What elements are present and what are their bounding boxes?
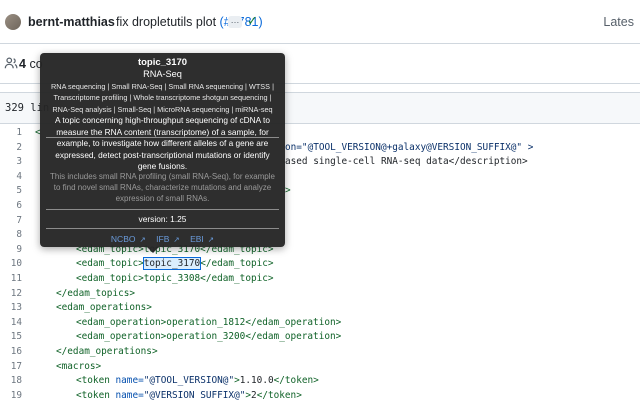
edam-tooltip: topic_3170 RNA-Seq RNA sequencing | Smal… — [40, 53, 285, 253]
code-text: </edam_topics> — [56, 287, 136, 299]
external-link-icon: ↗ — [139, 235, 146, 244]
ebi-link[interactable]: EBI ↗ — [188, 234, 216, 244]
latest-commit-label: Lates — [603, 15, 634, 29]
code-tag-close: </edam_topic> — [200, 258, 274, 270]
code-text: <edam_operation>operation_1812</edam_ope… — [76, 316, 342, 328]
code-text: </edam_operations> — [56, 346, 158, 357]
token-name: @VERSION_SUFFIX@ — [149, 389, 240, 400]
token-name: @TOOL_VERSION@ — [149, 375, 229, 387]
line-number[interactable]: 4 — [0, 170, 22, 185]
line-number[interactable]: 8 — [0, 228, 22, 243]
line-number[interactable]: 18 — [0, 374, 22, 389]
code-line: 17 <macros> — [0, 360, 640, 375]
ncbo-link[interactable]: NCBO ↗ — [109, 234, 148, 244]
tooltip-comment: This includes small RNA profiling (small… — [50, 172, 275, 204]
line-number[interactable]: 5 — [0, 184, 22, 199]
line-number[interactable]: 14 — [0, 316, 22, 331]
code-line: 19 <token name="@VERSION_SUFFIX@">2</toke… — [0, 389, 640, 400]
tooltip-divider — [46, 209, 279, 210]
code-line: 15 <edam_operation>operation_3200</edam_o… — [0, 330, 640, 345]
code-tag-open: <edam_topic> — [76, 258, 144, 270]
code-text: <edam_operations> — [56, 302, 152, 314]
line-number[interactable]: 1 — [0, 126, 22, 141]
line-number[interactable]: 7 — [0, 214, 22, 229]
code-text: <edam_topic>topic_3308</edam_topic> — [76, 273, 274, 284]
external-link-icon: ↗ — [173, 235, 180, 244]
tooltip-links: NCBO ↗ IFB ↗ EBI ↗ — [40, 234, 285, 244]
line-number[interactable]: 15 — [0, 330, 22, 345]
code-line: 13 <edam_operations> — [0, 301, 640, 316]
code-line: 18 <token name="@TOOL_VERSION@">1.10.0</t… — [0, 374, 640, 389]
code-text: <edam_topic>topic_3170</edam_topic> — [76, 257, 274, 272]
code-line: 10 <edam_topic>topic_3170</edam_topic> — [0, 257, 640, 272]
code-text: <edam_operation>operation_3200</edam_ope… — [76, 331, 342, 343]
external-link-icon: ↗ — [207, 235, 215, 244]
code-line: 11 <edam_topic>topic_3308</edam_topic> — [0, 272, 640, 287]
code-text: > — [285, 185, 291, 197]
code-line: 12 </edam_topics> — [0, 287, 640, 302]
code-text: <token name="@TOOL_VERSION@">1.10.0</tok… — [76, 375, 319, 387]
tooltip-term-id: topic_3170 — [137, 57, 188, 68]
commit-message-text[interactable]: fix dropletutils plot — [116, 15, 216, 29]
commit-author[interactable]: bernt-matthias — [28, 15, 115, 29]
tooltip-definition: A topic concerning high-throughput seque… — [55, 115, 270, 172]
token-value: 1.10.0 — [239, 375, 274, 387]
code-line: 14 <edam_operation>operation_1812</edam_o… — [0, 316, 640, 331]
line-number[interactable]: 10 — [0, 257, 22, 272]
code-text: <token name="@VERSION_SUFFIX@">2</token> — [76, 389, 302, 400]
line-number[interactable]: 9 — [0, 243, 22, 258]
expand-commit-button[interactable]: … — [228, 16, 242, 28]
avatar[interactable] — [5, 14, 21, 30]
code-text: on="@TOOL_VERSION@+galaxy@VERSION_SUFFIX… — [285, 141, 534, 153]
ifb-link[interactable]: IFB ↗ — [154, 234, 182, 244]
line-number[interactable]: 2 — [0, 141, 22, 156]
code-line: 16 </edam_operations> — [0, 345, 640, 360]
tooltip-divider — [46, 228, 279, 229]
tooltip-version: version: 1.25 — [138, 214, 187, 224]
line-number[interactable]: 16 — [0, 345, 22, 360]
line-number[interactable]: 12 — [0, 287, 22, 302]
code-text: ased single-cell RNA-seq data</descripti… — [285, 156, 528, 168]
tooltip-synonyms: RNA sequencing | Small RNA-Seq | Small R… — [51, 82, 274, 114]
tooltip-term-label: RNA-Seq — [143, 69, 182, 79]
line-number[interactable]: 19 — [0, 389, 22, 400]
line-number[interactable]: 6 — [0, 199, 22, 214]
line-number[interactable]: 17 — [0, 360, 22, 375]
highlighted-topic[interactable]: topic_3170 — [142, 257, 202, 271]
commit-header: bernt-matthias fix dropletutils plot (#3… — [0, 0, 640, 44]
code-text: <macros> — [56, 360, 102, 372]
people-icon — [4, 57, 18, 69]
line-number[interactable]: 11 — [0, 272, 22, 287]
contributors-number: 4 — [19, 57, 26, 71]
line-number[interactable]: 3 — [0, 155, 22, 170]
line-number[interactable]: 13 — [0, 301, 22, 316]
check-icon[interactable]: ✓ — [247, 13, 258, 29]
